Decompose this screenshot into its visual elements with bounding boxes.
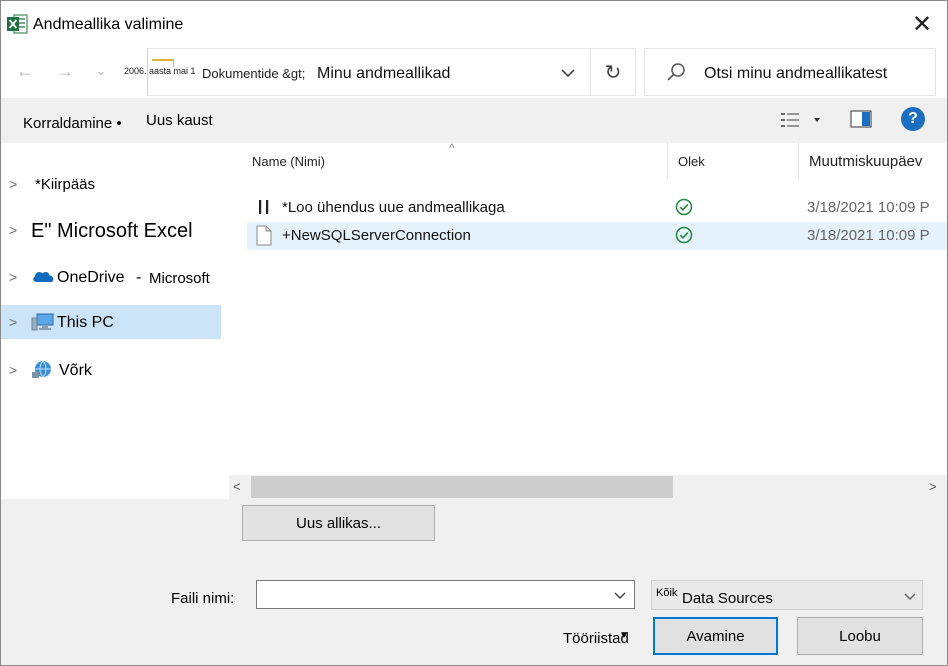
column-header-label: Olek [678,153,705,169]
scrollbar-thumb[interactable] [251,476,673,498]
file-icon [256,225,272,246]
navigation-bar: ← → ⌄ 2006. aasta mai 1 Dokumentide &gt;… [1,47,947,97]
cancel-button[interactable]: Loobu [797,617,923,655]
navigation-pane: > *Kiirpääs > E" Microsoft Excel > OneDr… [1,143,223,499]
new-source-button[interactable]: Uus allikas... [242,505,435,541]
search-placeholder: Otsi minu andmeallikatest [704,65,888,82]
title-bar: Andmeallika valimine ✕ [1,1,947,47]
file-modified-date: 3/18/2021 10:09 P [807,227,930,244]
sidebar-item-microsoft-excel[interactable]: > E" Microsoft Excel [1,213,221,247]
horizontal-scrollbar[interactable]: < > [229,475,947,499]
check-circle-icon [675,198,693,216]
dropdown-arrow-icon: ▼ [619,630,629,641]
file-type-prefix: Kõik [656,587,678,599]
column-separator[interactable] [798,143,799,179]
column-header-modified[interactable]: Muutmiskuupäev [809,143,947,179]
dialog-title: Andmeallika valimine [33,16,184,33]
chevron-down-icon: ⌄ [95,63,107,78]
chevron-down-icon [561,69,575,78]
sidebar-item-quick-access[interactable]: > *Kiirpääs [1,167,221,201]
file-name: +NewSQLServerConnection [282,227,471,244]
file-type-select[interactable]: Kõik Data Sources [651,580,923,610]
new-source-button-label: Uus allikas... [295,514,382,532]
chevron-right-icon[interactable]: > [9,362,17,378]
column-separator[interactable] [667,143,668,179]
breadcrumb-root[interactable]: 2006. aasta mai 1 [124,66,196,76]
network-icon [32,360,51,378]
search-input[interactable]: Otsi minu andmeallikatest [644,48,936,96]
forward-button[interactable]: → [53,59,77,83]
sidebar-item-label: Võrk [59,362,92,379]
select-data-source-dialog: Andmeallika valimine ✕ ← → ⌄ 2006. aasta… [0,0,948,666]
preview-pane-icon[interactable] [850,110,872,128]
chevron-down-icon[interactable] [612,587,628,603]
excel-icon [7,14,28,34]
sidebar-item-label: E" Microsoft Excel [31,220,193,242]
chevron-right-icon[interactable]: > [9,269,17,285]
filename-label: Faili nimi: [171,590,235,607]
address-bar[interactable]: 2006. aasta mai 1 Dokumentide &gt; Minu … [124,48,636,96]
column-header-name[interactable]: Name (Nimi) [252,143,668,179]
close-icon: ✕ [911,10,933,38]
cancel-button-label: Loobu [839,627,881,645]
file-type-label: Data Sources [682,590,773,607]
pause-icon [259,200,269,214]
search-icon [667,63,685,81]
file-name: *Loo ühendus uue andmeallikaga [282,199,505,216]
sidebar-item-onedrive[interactable]: > OneDrive - Microsoft [1,260,221,294]
dialog-footer: Uus allikas... Faili nimi: Kõik Data Sou… [1,499,947,665]
sidebar-item-separator: - [136,269,142,286]
breadcrumb-current[interactable]: Minu andmeallikad [317,65,450,83]
refresh-button[interactable]: ↻ [600,59,626,85]
column-header-label: Name (Nimi) [252,153,325,169]
chevron-right-icon[interactable]: > [9,222,17,238]
file-row[interactable]: *Loo ühendus uue andmeallikaga 3/18/2021… [247,194,947,222]
view-options-icon[interactable] [779,109,823,131]
breadcrumb-documents[interactable]: Dokumentide &gt; [202,66,305,81]
refresh-icon: ↻ [604,61,622,84]
scroll-left-icon[interactable]: < [233,479,241,494]
file-row[interactable]: +NewSQLServerConnection 3/18/2021 10:09 … [247,222,947,250]
scroll-right-icon[interactable]: > [929,479,937,494]
open-button-label: Avamine [686,627,745,645]
onedrive-icon [33,271,54,282]
back-button[interactable]: ← [13,59,37,83]
this-pc-icon [31,313,54,331]
chevron-right-icon[interactable]: > [9,314,17,330]
column-header-label: Muutmiskuupäev [809,152,923,170]
file-modified-date: 3/18/2021 10:09 P [807,199,930,216]
check-circle-icon [675,226,693,244]
sidebar-item-label: *Kiirpääs [35,176,96,193]
open-button[interactable]: Avamine [653,617,778,655]
arrow-left-icon: ← [16,60,34,81]
organize-menu-button[interactable]: Korraldamine • [23,115,122,132]
chevron-right-icon[interactable]: > [9,176,17,192]
help-button[interactable]: ? [901,107,925,131]
sidebar-item-network[interactable]: > Võrk [1,353,221,387]
recent-locations-button[interactable]: ⌄ [89,59,113,83]
arrow-right-icon: → [56,60,74,81]
file-list: ^ Name (Nimi) Olek Muutmiskuupäev *Loo ü… [223,141,947,475]
chevron-down-icon [904,593,916,601]
address-dropdown-button[interactable] [556,61,580,85]
sidebar-item-label: This PC [57,314,114,331]
address-separator [590,49,591,95]
sidebar-item-label: OneDrive [57,269,125,286]
new-folder-button[interactable]: Uus kaust [146,112,213,129]
sidebar-item-this-pc[interactable]: > This PC [1,305,221,339]
column-header-status[interactable]: Olek [678,143,798,179]
help-icon: ? [908,110,918,127]
close-button[interactable]: ✕ [903,9,941,39]
filename-field[interactable] [256,580,635,609]
sidebar-item-sublabel: Microsoft [149,270,210,287]
command-toolbar: Korraldamine • Uus kaust ? [1,98,947,143]
